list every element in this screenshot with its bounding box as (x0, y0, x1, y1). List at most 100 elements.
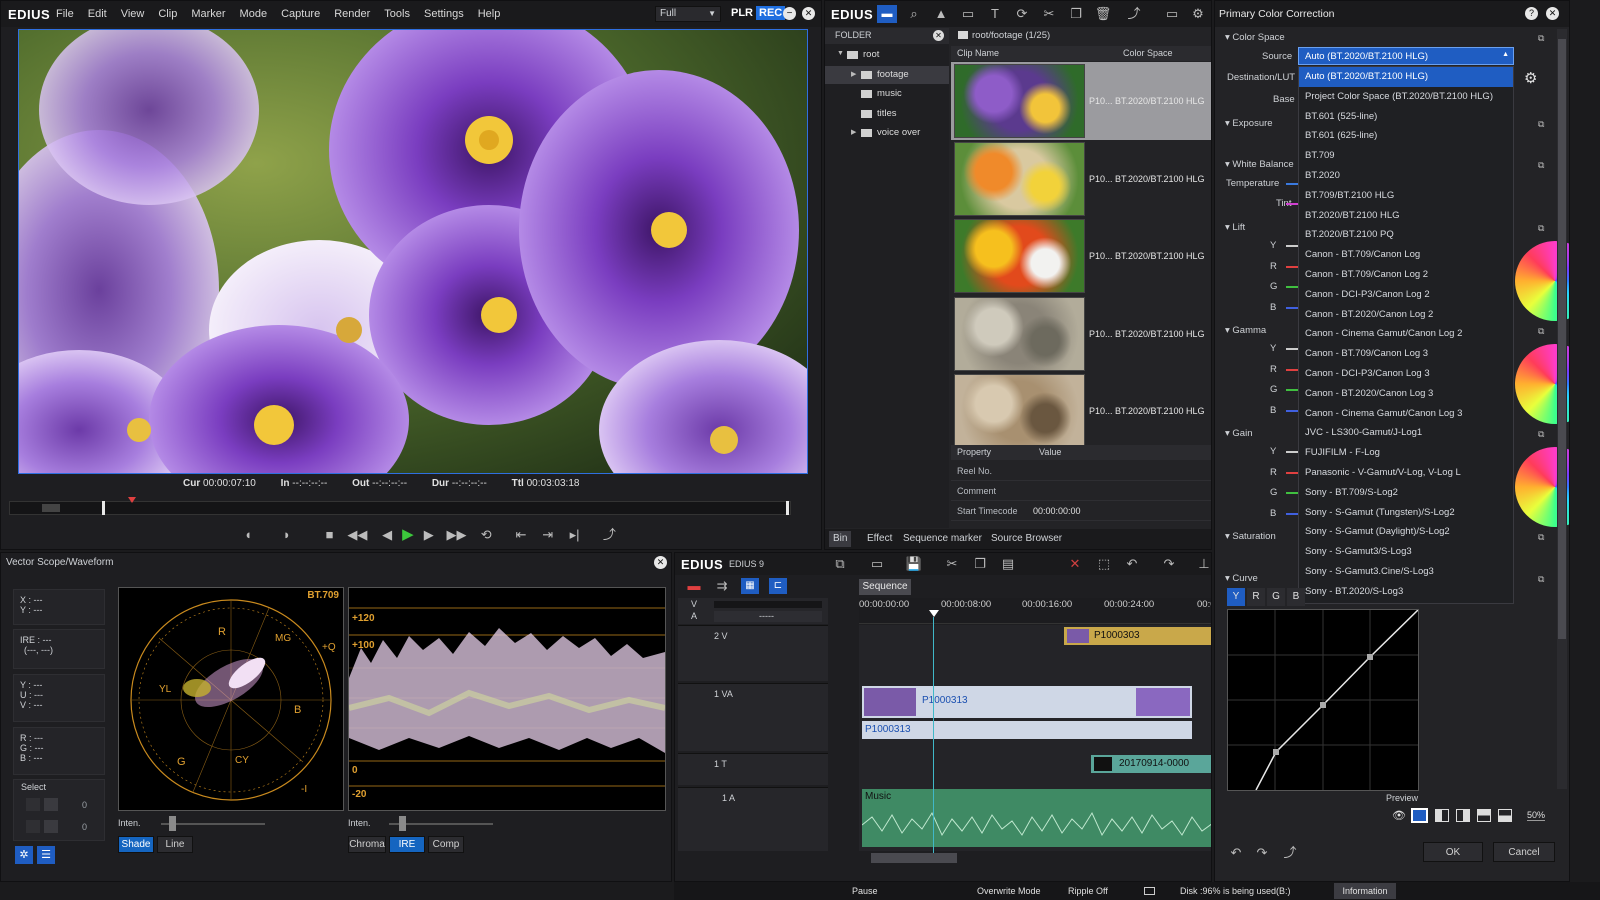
timeline-playhead[interactable] (933, 617, 934, 853)
set-out-icon[interactable]: ◗ (278, 526, 296, 544)
channel-slider[interactable] (1286, 471, 1298, 474)
folder-tree-item[interactable]: music (825, 85, 949, 103)
copy-icon[interactable]: ❐ (1067, 5, 1085, 23)
sequence-tab[interactable]: Sequence (859, 579, 911, 595)
dropdown-option[interactable]: BT.601 (525-line) (1299, 107, 1513, 127)
channel-slider[interactable] (1286, 286, 1298, 288)
preview-full-icon[interactable] (1411, 808, 1428, 823)
clip-v2[interactable]: P1000303 (1064, 627, 1211, 645)
select-slot-1[interactable] (26, 798, 40, 811)
bin-tab[interactable]: Bin (829, 531, 852, 547)
curve-copy-icon[interactable]: ⧉ (1538, 574, 1544, 585)
ire-button[interactable]: IRE (389, 836, 425, 853)
search-icon[interactable]: ⌕ (905, 5, 923, 23)
channel-slider[interactable] (1286, 306, 1298, 309)
gamma-copy-icon[interactable]: ⧉ (1538, 326, 1544, 337)
delete-icon[interactable]: 🗑 (1094, 5, 1112, 23)
delete-timeline-icon[interactable]: ✕ (1066, 555, 1084, 573)
help-icon[interactable]: ? (1525, 7, 1538, 20)
clip-music[interactable]: Music (862, 789, 1211, 847)
dropdown-option[interactable]: BT.709/BT.2100 HLG (1299, 186, 1513, 206)
clip-title[interactable]: 20170914-0000 (1091, 755, 1211, 773)
save-icon[interactable]: 💾 (905, 555, 923, 573)
dropdown-option[interactable]: Sony - S-Gamut (Tungsten)/S-Log2 (1299, 503, 1513, 523)
channel-slider[interactable] (1286, 409, 1298, 412)
close-tree-icon[interactable]: ✕ (933, 30, 944, 41)
dropdown-option[interactable]: Canon - DCI-P3/Canon Log 2 (1299, 285, 1513, 305)
video-preview[interactable] (18, 29, 808, 474)
list-mode-icon[interactable]: ☰ (37, 846, 55, 864)
section-saturation[interactable]: ▾ Saturation (1225, 531, 1276, 542)
cc-scrollbar-thumb[interactable] (1558, 39, 1566, 639)
close-scope-icon[interactable]: ✕ (654, 556, 667, 569)
export-bin-icon[interactable]: ⤴ (1125, 5, 1143, 23)
curve-graph[interactable] (1227, 609, 1419, 791)
insert-mode-icon[interactable]: ▬ (685, 577, 703, 595)
export-cc-icon[interactable]: ⤴ (1281, 844, 1299, 862)
select-slot-icon-1[interactable] (44, 798, 58, 811)
curve-tab[interactable]: G (1267, 588, 1285, 606)
dropdown-option[interactable]: BT.2020 (1299, 166, 1513, 186)
lut-gear-icon[interactable]: ⚙ (1524, 69, 1537, 87)
monitor-icon[interactable]: ▭ (1163, 5, 1181, 23)
vector-inten-track[interactable] (161, 823, 265, 825)
cc-scrollbar[interactable] (1557, 29, 1567, 789)
shuttle-handle[interactable] (42, 504, 60, 512)
dropdown-option[interactable]: Canon - BT.709/Canon Log (1299, 245, 1513, 265)
temperature-slider[interactable] (1286, 183, 1298, 185)
clip-row[interactable]: P10... BT.2020/BT.2100 HLG (951, 372, 1211, 450)
step-back-icon[interactable]: ◀ (378, 526, 396, 544)
clip-name-header[interactable]: Clip Name (957, 48, 999, 58)
channel-slider[interactable] (1286, 512, 1298, 515)
shade-button[interactable]: Shade (118, 836, 154, 853)
preview-split-h-icon[interactable] (1477, 809, 1491, 822)
close-icon[interactable]: ✕ (802, 7, 815, 20)
close-cc-icon[interactable]: ✕ (1546, 7, 1559, 20)
dropdown-option[interactable]: Canon - BT.2020/Canon Log 2 (1299, 305, 1513, 325)
vectorscope-mode-icon[interactable]: ✲ (15, 846, 33, 864)
timeline-ruler[interactable]: 00:00:00:00 00:00:08:00 00:00:16:00 00:00:2… (859, 598, 1211, 624)
channel-slider[interactable] (1286, 368, 1298, 371)
loop-icon[interactable]: ⟲ (477, 526, 495, 544)
information-tab[interactable]: Information (1334, 883, 1396, 899)
channel-slider[interactable] (1286, 348, 1298, 350)
ripple-mode-icon[interactable]: ⇉ (713, 577, 731, 595)
preview-split-v-icon[interactable] (1435, 809, 1449, 822)
up-folder-icon[interactable]: ▲ (932, 5, 950, 23)
chevron-right-icon[interactable]: ▶ (851, 70, 856, 78)
wb-copy-icon[interactable]: ⧉ (1538, 160, 1544, 171)
dropdown-option[interactable]: Canon - BT.709/Canon Log 3 (1299, 344, 1513, 364)
section-exposure[interactable]: ▾ Exposure (1225, 118, 1273, 129)
eye-icon[interactable]: 👁 (1392, 809, 1406, 822)
clip-va-audio[interactable]: P1000313 (862, 721, 1192, 739)
cut-icon[interactable]: ✂ (1040, 5, 1058, 23)
in-point-marker[interactable] (102, 501, 105, 515)
menu-item[interactable]: View (121, 8, 145, 20)
color-space-header[interactable]: Color Space (1123, 48, 1173, 58)
track-scroll-bar[interactable] (714, 601, 822, 608)
redo-cc-icon[interactable]: ↷ (1253, 844, 1271, 862)
lift-copy-icon[interactable]: ⧉ (1538, 223, 1544, 234)
menu-item[interactable]: Edit (88, 8, 107, 20)
curve-tab[interactable]: Y (1227, 588, 1245, 606)
bin-tab[interactable]: Effect (863, 531, 896, 547)
waveform-inten-thumb[interactable] (399, 816, 406, 831)
dropdown-option[interactable]: Canon - DCI-P3/Canon Log 3 (1299, 364, 1513, 384)
undo-icon[interactable]: ↶ (1123, 555, 1141, 573)
fast-forward-icon[interactable]: ▶▶ (446, 526, 466, 544)
menu-item[interactable]: Clip (158, 8, 177, 20)
cancel-button[interactable]: Cancel (1493, 842, 1555, 862)
ruler-playhead-icon[interactable] (929, 610, 939, 617)
dropdown-option[interactable]: Auto (BT.2020/BT.2100 HLG) (1299, 67, 1513, 87)
playhead-marker[interactable] (128, 497, 136, 503)
gain-copy-icon[interactable]: ⧉ (1538, 429, 1544, 440)
minimize-icon[interactable]: − (783, 7, 796, 20)
chevron-right-icon[interactable]: ▶ (851, 128, 856, 136)
step-forward-icon[interactable]: ▶ (420, 526, 438, 544)
dropdown-option[interactable]: Canon - BT.2020/Canon Log 3 (1299, 384, 1513, 404)
dropdown-option[interactable]: Sony - BT.2020/S-Log3 (1299, 582, 1513, 602)
menu-item[interactable]: Marker (191, 8, 225, 20)
dropdown-option[interactable]: BT.2020/BT.2100 PQ (1299, 225, 1513, 245)
chevron-down-icon[interactable]: ▼ (837, 50, 844, 57)
stop-icon[interactable]: ■ (321, 526, 339, 544)
